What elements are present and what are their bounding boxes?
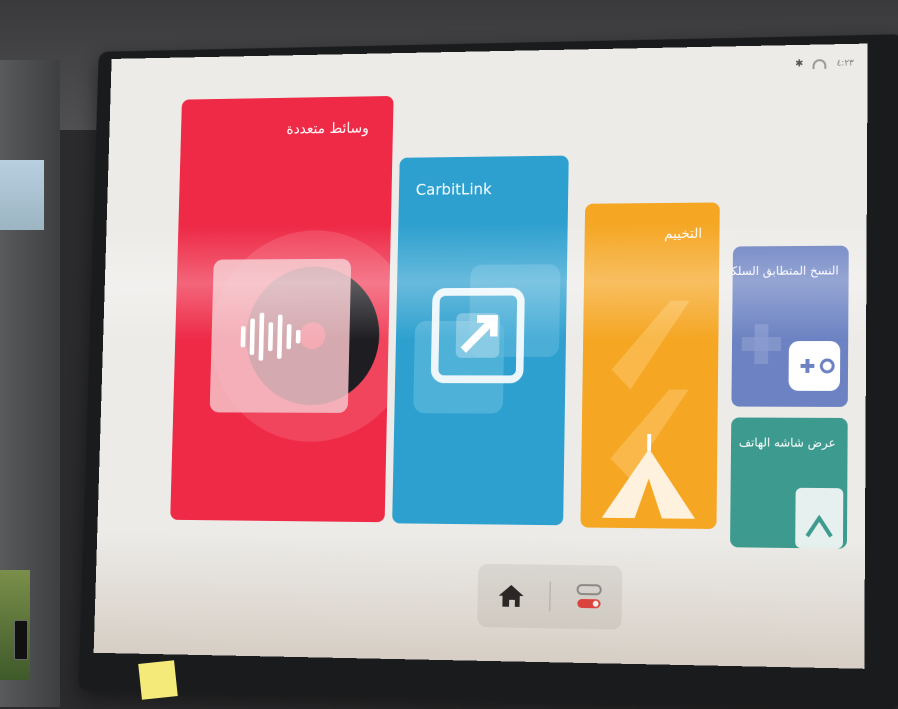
toggle-icon xyxy=(575,582,602,612)
bluetooth-icon: ✱ xyxy=(795,59,803,70)
home-button[interactable] xyxy=(493,578,528,614)
phone-cast-icon xyxy=(730,417,848,548)
tile-camping[interactable]: التخييم xyxy=(580,202,719,529)
tile-multimedia[interactable]: وسائط متعددة xyxy=(170,96,393,522)
status-bar: ✱ ٤:٢٣ xyxy=(795,58,854,70)
tile-carbitlink[interactable]: CarbitLink xyxy=(392,156,569,526)
music-disc-icon xyxy=(170,96,393,522)
settings-toggle-button[interactable] xyxy=(571,579,606,615)
window-background xyxy=(0,160,44,230)
bottom-dock xyxy=(477,564,622,630)
link-squares-icon xyxy=(392,156,569,526)
wifi-icon xyxy=(813,59,827,69)
tile-wired-mirroring[interactable]: النسخ المتطابق السلكي xyxy=(731,246,848,407)
gamepad-icon xyxy=(731,246,848,407)
monitor-side-button[interactable] xyxy=(14,620,28,660)
home-icon xyxy=(497,583,524,609)
status-time: ٤:٢٣ xyxy=(837,58,854,68)
yellow-sticker xyxy=(138,660,178,700)
tent-icon xyxy=(580,202,719,529)
dock-divider xyxy=(549,582,550,612)
tile-phone-display[interactable]: عرض شاشه الهاتف xyxy=(730,417,848,548)
car-display-screen: ✱ ٤:٢٣ وسائط متعددة CarbitLink xyxy=(94,44,868,669)
